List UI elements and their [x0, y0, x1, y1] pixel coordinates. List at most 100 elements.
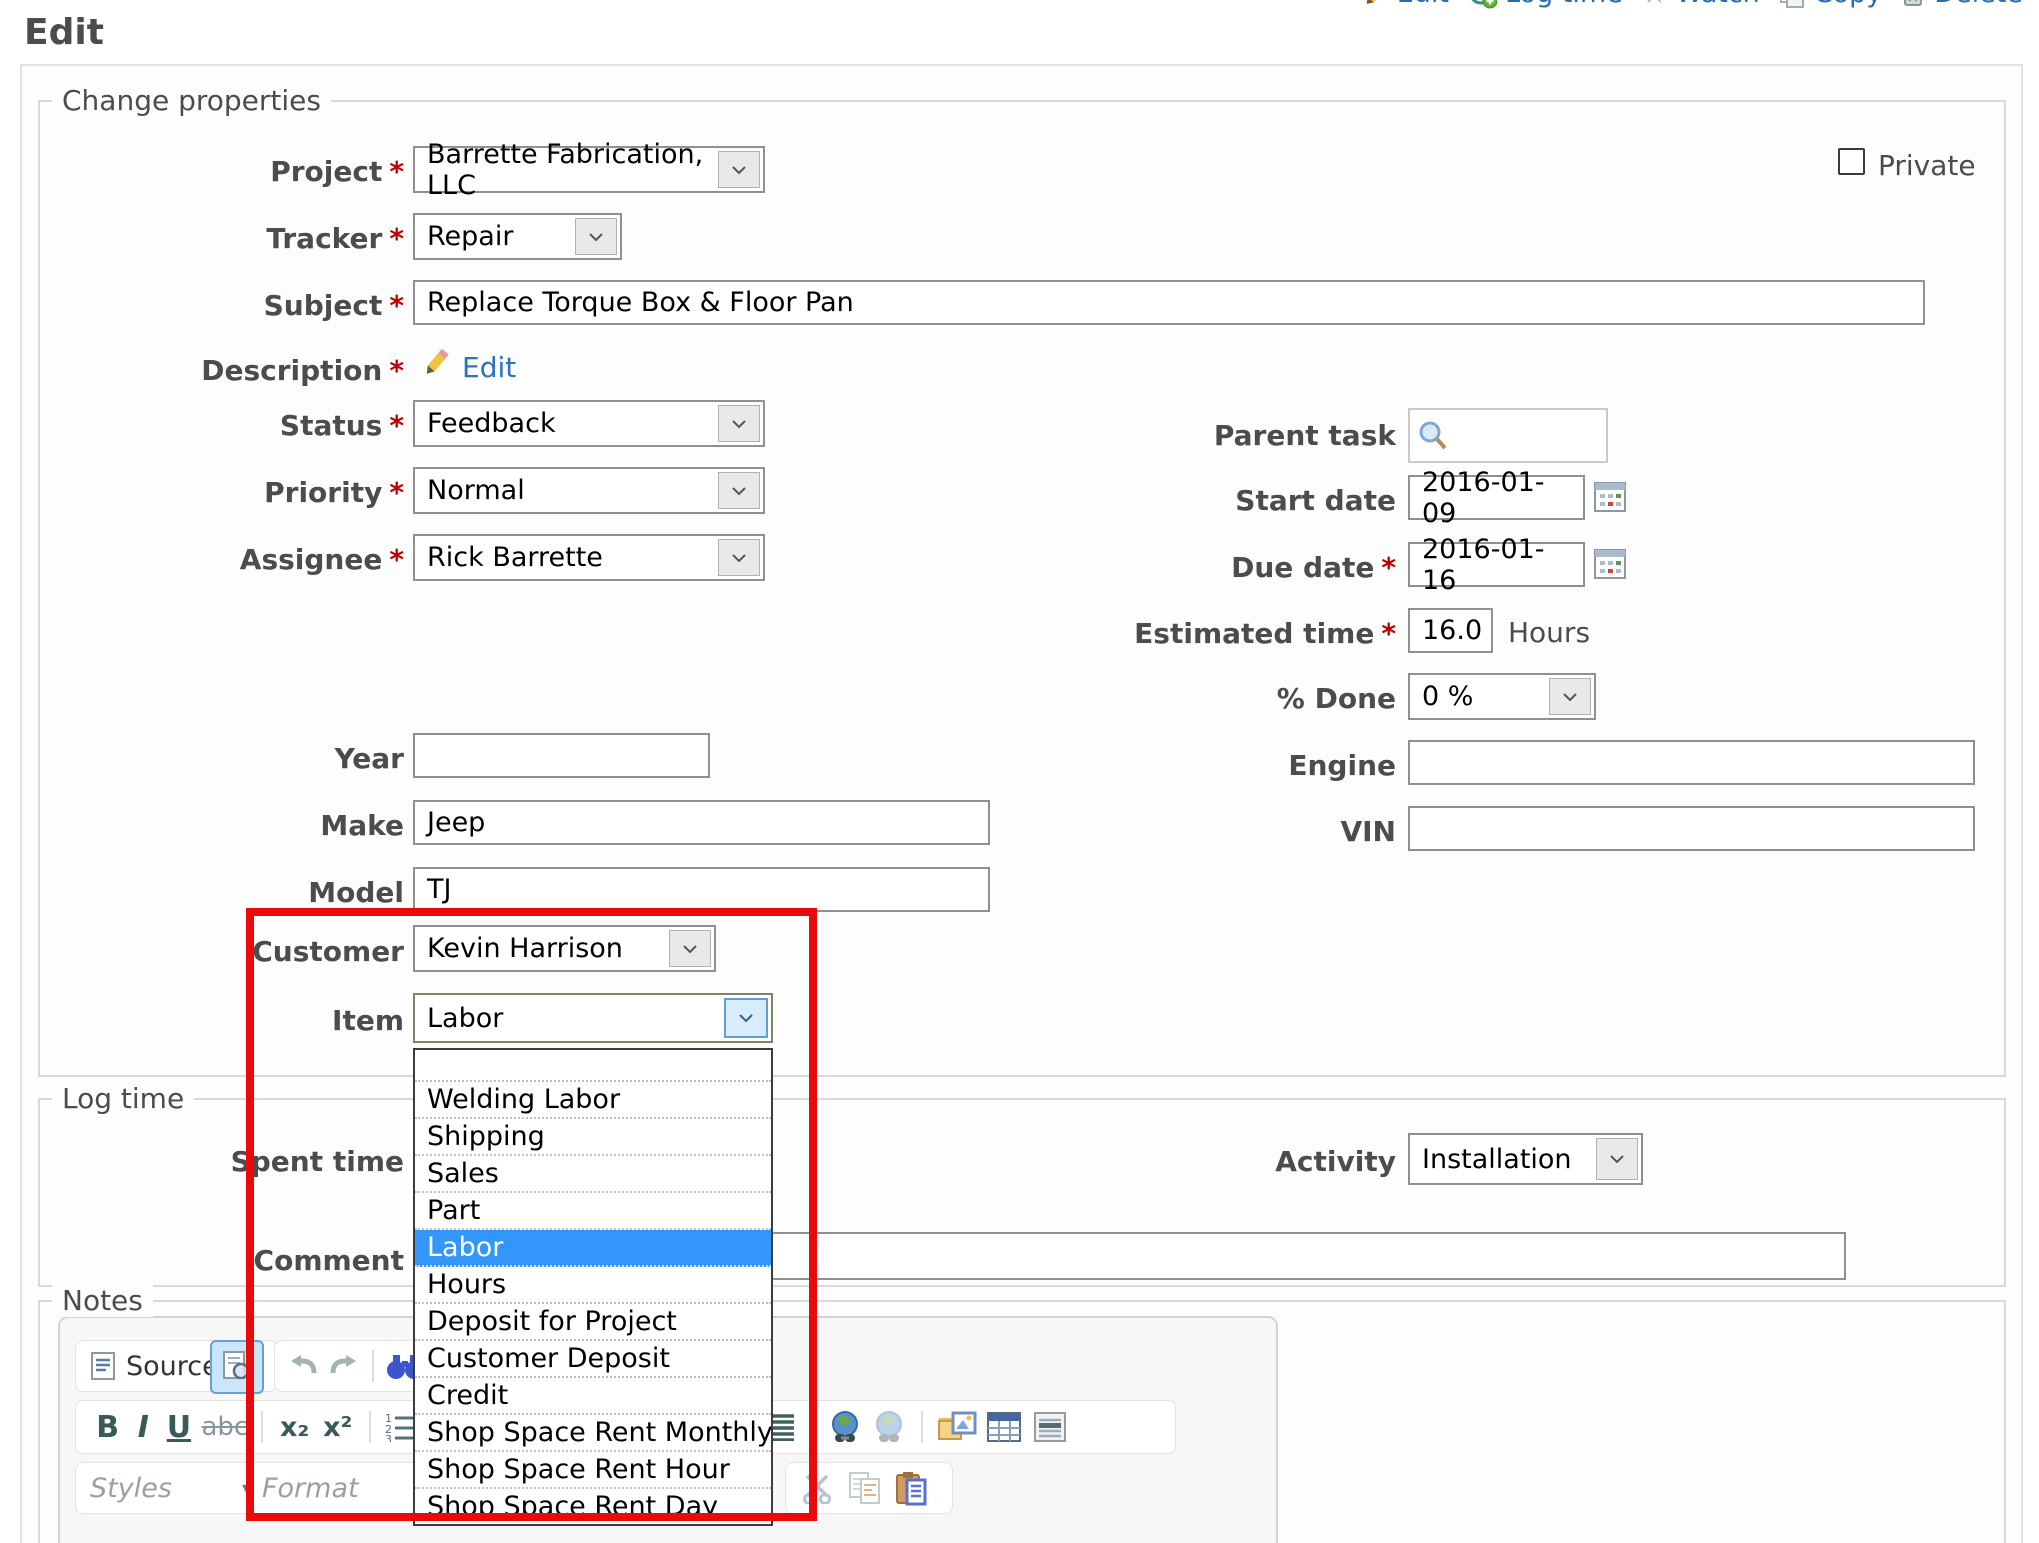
- comment-label: Comment: [100, 1244, 404, 1277]
- year-label: Year: [100, 742, 404, 775]
- chevron-down-icon[interactable]: [718, 151, 760, 188]
- unlink-button[interactable]: [867, 1410, 911, 1444]
- image-button[interactable]: [933, 1410, 981, 1444]
- due-date-input[interactable]: 2016-01-16: [1408, 542, 1585, 587]
- chevron-down-icon[interactable]: [669, 930, 711, 967]
- italic-button[interactable]: I: [127, 1410, 159, 1445]
- text-block-icon: [1033, 1411, 1067, 1443]
- priority-label: Priority*: [100, 476, 404, 509]
- status-select[interactable]: Feedback: [413, 400, 765, 447]
- start-date-input[interactable]: 2016-01-09: [1408, 475, 1585, 520]
- item-dropdown-option[interactable]: Part: [415, 1193, 771, 1230]
- strikethrough-button[interactable]: abc: [199, 1412, 252, 1442]
- item-dropdown-option[interactable]: [415, 1050, 771, 1082]
- status-label: Status*: [100, 409, 404, 442]
- chevron-down-icon[interactable]: [1549, 678, 1591, 715]
- pencil-icon: [1361, 0, 1389, 8]
- cut-button[interactable]: [796, 1472, 842, 1504]
- star-icon: ★: [1641, 0, 1668, 7]
- paste-clipboard-icon: [895, 1470, 929, 1506]
- div-container-button[interactable]: [1027, 1411, 1073, 1443]
- item-select[interactable]: Labor: [413, 993, 773, 1043]
- redo-button[interactable]: [323, 1353, 361, 1379]
- copy-icon: [1778, 0, 1806, 9]
- percent-done-select[interactable]: 0 %: [1408, 673, 1596, 720]
- item-dropdown-option[interactable]: Shop Space Rent Day: [415, 1489, 771, 1524]
- unlink-globe-icon: [871, 1410, 907, 1444]
- estimated-time-label: Estimated time*: [1000, 617, 1396, 650]
- private-label: Private: [1878, 149, 1976, 182]
- notes-legend: Notes: [52, 1284, 153, 1317]
- activity-label: Activity: [1000, 1145, 1396, 1178]
- format-dropdown[interactable]: Format ▾: [247, 1462, 439, 1514]
- engine-input[interactable]: [1408, 740, 1975, 785]
- edit-link[interactable]: Edit: [1361, 0, 1449, 9]
- superscript-button[interactable]: x²: [316, 1412, 359, 1443]
- project-label: Project*: [100, 155, 404, 188]
- chevron-down-icon[interactable]: [718, 539, 760, 576]
- copy-button[interactable]: [842, 1471, 888, 1505]
- year-input[interactable]: [413, 733, 710, 778]
- assignee-select[interactable]: Rick Barrette: [413, 534, 765, 581]
- activity-select[interactable]: Installation: [1408, 1133, 1643, 1185]
- calendar-icon[interactable]: [1594, 482, 1626, 512]
- chevron-down-icon[interactable]: [718, 472, 760, 509]
- item-dropdown-option[interactable]: Shop Space Rent Hour: [415, 1452, 771, 1489]
- hours-unit-label: Hours: [1508, 616, 1590, 649]
- pencil-icon: [420, 345, 452, 379]
- make-input[interactable]: Jeep: [413, 800, 990, 845]
- vin-label: VIN: [1000, 815, 1396, 848]
- copy-link[interactable]: Copy: [1778, 0, 1883, 9]
- clock-add-icon: [1467, 0, 1497, 9]
- subject-label: Subject*: [100, 289, 404, 322]
- context-toolbar: Edit Log time ★ Watch Copy Delete: [1361, 0, 2023, 9]
- calendar-icon[interactable]: [1594, 549, 1626, 579]
- parent-task-input[interactable]: [1408, 408, 1608, 463]
- private-checkbox[interactable]: [1838, 148, 1865, 175]
- underline-button[interactable]: U: [159, 1410, 198, 1445]
- chevron-down-icon[interactable]: [718, 405, 760, 442]
- styles-dropdown[interactable]: Styles ▾: [75, 1462, 267, 1514]
- image-icon: [937, 1410, 977, 1444]
- bold-button[interactable]: B: [88, 1410, 127, 1445]
- item-dropdown-option[interactable]: Customer Deposit: [415, 1341, 771, 1378]
- model-input[interactable]: TJ: [413, 867, 990, 912]
- redo-icon: [327, 1353, 359, 1379]
- log-time-link[interactable]: Log time: [1467, 0, 1623, 9]
- estimated-time-input[interactable]: 16.0: [1408, 608, 1493, 653]
- preview-button[interactable]: [210, 1340, 264, 1394]
- make-label: Make: [100, 809, 404, 842]
- undo-icon: [288, 1353, 320, 1379]
- preview-icon: [222, 1350, 252, 1384]
- tracker-select[interactable]: Repair: [413, 213, 622, 260]
- engine-label: Engine: [1000, 749, 1396, 782]
- delete-link[interactable]: Delete: [1900, 0, 2023, 9]
- search-icon: [1418, 420, 1448, 452]
- item-dropdown-option[interactable]: Sales: [415, 1156, 771, 1193]
- item-dropdown-option[interactable]: Deposit for Project: [415, 1304, 771, 1341]
- item-dropdown-option[interactable]: Welding Labor: [415, 1082, 771, 1119]
- customer-select[interactable]: Kevin Harrison: [413, 925, 716, 972]
- undo-button[interactable]: [285, 1353, 323, 1379]
- watch-link[interactable]: ★ Watch: [1641, 0, 1760, 9]
- subscript-button[interactable]: x₂: [273, 1412, 316, 1443]
- project-select[interactable]: Barrette Fabrication, LLC: [413, 146, 765, 193]
- description-edit-link[interactable]: Edit: [462, 351, 516, 384]
- item-dropdown-option[interactable]: Credit: [415, 1378, 771, 1415]
- tracker-label: Tracker*: [100, 222, 404, 255]
- vin-input[interactable]: [1408, 806, 1975, 851]
- item-dropdown-option-selected[interactable]: Labor: [415, 1230, 771, 1267]
- subject-input[interactable]: Replace Torque Box & Floor Pan: [413, 280, 1925, 325]
- chevron-down-icon[interactable]: [575, 218, 617, 255]
- chevron-down-icon[interactable]: [724, 998, 768, 1038]
- item-dropdown-option[interactable]: Shop Space Rent Monthly: [415, 1415, 771, 1452]
- link-button[interactable]: [823, 1410, 867, 1444]
- table-button[interactable]: [981, 1411, 1027, 1443]
- chevron-down-icon[interactable]: [1596, 1138, 1638, 1180]
- start-date-label: Start date: [1000, 484, 1396, 517]
- item-dropdown-option[interactable]: Hours: [415, 1267, 771, 1304]
- assignee-label: Assignee*: [100, 543, 404, 576]
- item-dropdown-option[interactable]: Shipping: [415, 1119, 771, 1156]
- priority-select[interactable]: Normal: [413, 467, 765, 514]
- paste-button[interactable]: [888, 1470, 936, 1506]
